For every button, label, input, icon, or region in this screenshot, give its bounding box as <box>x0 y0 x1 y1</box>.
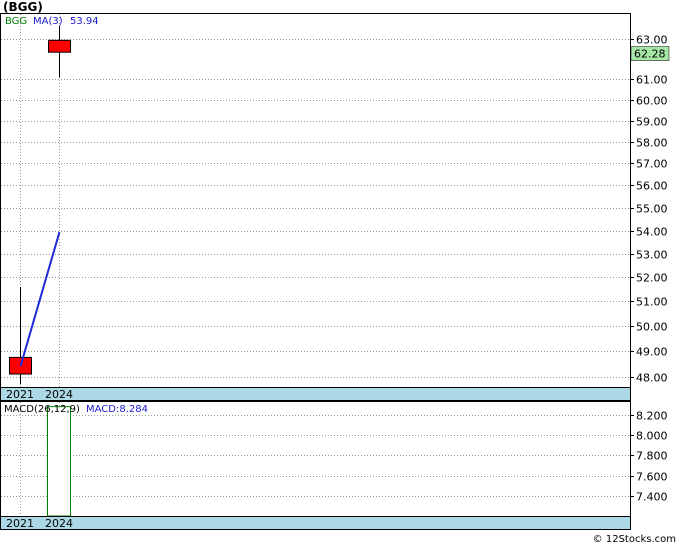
macd-date-strip <box>0 516 631 530</box>
price-panel-frame <box>0 13 631 401</box>
price-tick-label: 52.00 <box>636 272 668 285</box>
last-price-label: 62.28 <box>634 48 666 61</box>
macd-y-axis: 7.400 7.600 7.800 8.000 8.200 <box>630 410 668 504</box>
price-tick-label: 61.00 <box>636 74 668 87</box>
price-tick-label: 54.00 <box>636 226 668 239</box>
price-date-strip <box>0 387 631 401</box>
legend-ticker: BGG <box>5 16 27 27</box>
price-tick-label: 63.00 <box>636 34 668 47</box>
price-tick-label: 51.00 <box>636 296 668 309</box>
price-tick-label: 60.00 <box>636 95 668 108</box>
stock-chart: 48.00 49.00 50.00 51.00 52.00 53.00 54.00 55.00… <box>0 13 670 530</box>
macd-x-tick-label: 2024 <box>45 517 73 530</box>
macd-tick-label: 8.000 <box>636 430 668 443</box>
macd-tick-label: 7.600 <box>636 471 668 484</box>
last-price-tag: 62.28 <box>630 46 670 61</box>
footer-credit: © 12Stocks.com <box>592 534 676 545</box>
macd-legend: MACD(26,12,9) MACD:8.284 <box>4 404 148 415</box>
macd-grid <box>1 402 630 516</box>
price-grid <box>1 14 630 387</box>
price-tick-label: 55.00 <box>636 203 668 216</box>
macd-legend-label: MACD(26,12,9) <box>4 404 80 415</box>
price-x-tick-label: 2024 <box>45 388 73 401</box>
macd-panel-frame <box>0 401 631 530</box>
ma-line <box>19 231 61 367</box>
legend-ma-value: 53.94 <box>70 16 99 27</box>
price-legend: BGG MA(3) 53.94 <box>5 16 99 27</box>
macd-legend-value: MACD:8.284 <box>86 404 148 415</box>
candle-body <box>48 39 71 53</box>
price-tick-label: 49.00 <box>636 346 668 359</box>
legend-ma-label: MA(3) <box>33 16 63 27</box>
price-tick-label: 48.00 <box>636 372 668 385</box>
price-x-tick-label: 2021 <box>6 388 34 401</box>
macd-tick-label: 8.200 <box>636 410 668 423</box>
macd-tick-label: 7.400 <box>636 491 668 504</box>
price-tick-label: 50.00 <box>636 321 668 334</box>
price-y-axis: 48.00 49.00 50.00 51.00 52.00 53.00 54.00 55.00… <box>630 34 668 385</box>
price-tick-label: 58.00 <box>636 137 668 150</box>
price-tick-label: 56.00 <box>636 180 668 193</box>
macd-bar <box>47 406 71 517</box>
price-tick-label: 57.00 <box>636 158 668 171</box>
price-tick-label: 53.00 <box>636 249 668 262</box>
macd-x-tick-label: 2021 <box>6 517 34 530</box>
macd-tick-label: 7.800 <box>636 450 668 463</box>
macd-marks <box>47 406 71 517</box>
price-tick-label: 59.00 <box>636 116 668 129</box>
